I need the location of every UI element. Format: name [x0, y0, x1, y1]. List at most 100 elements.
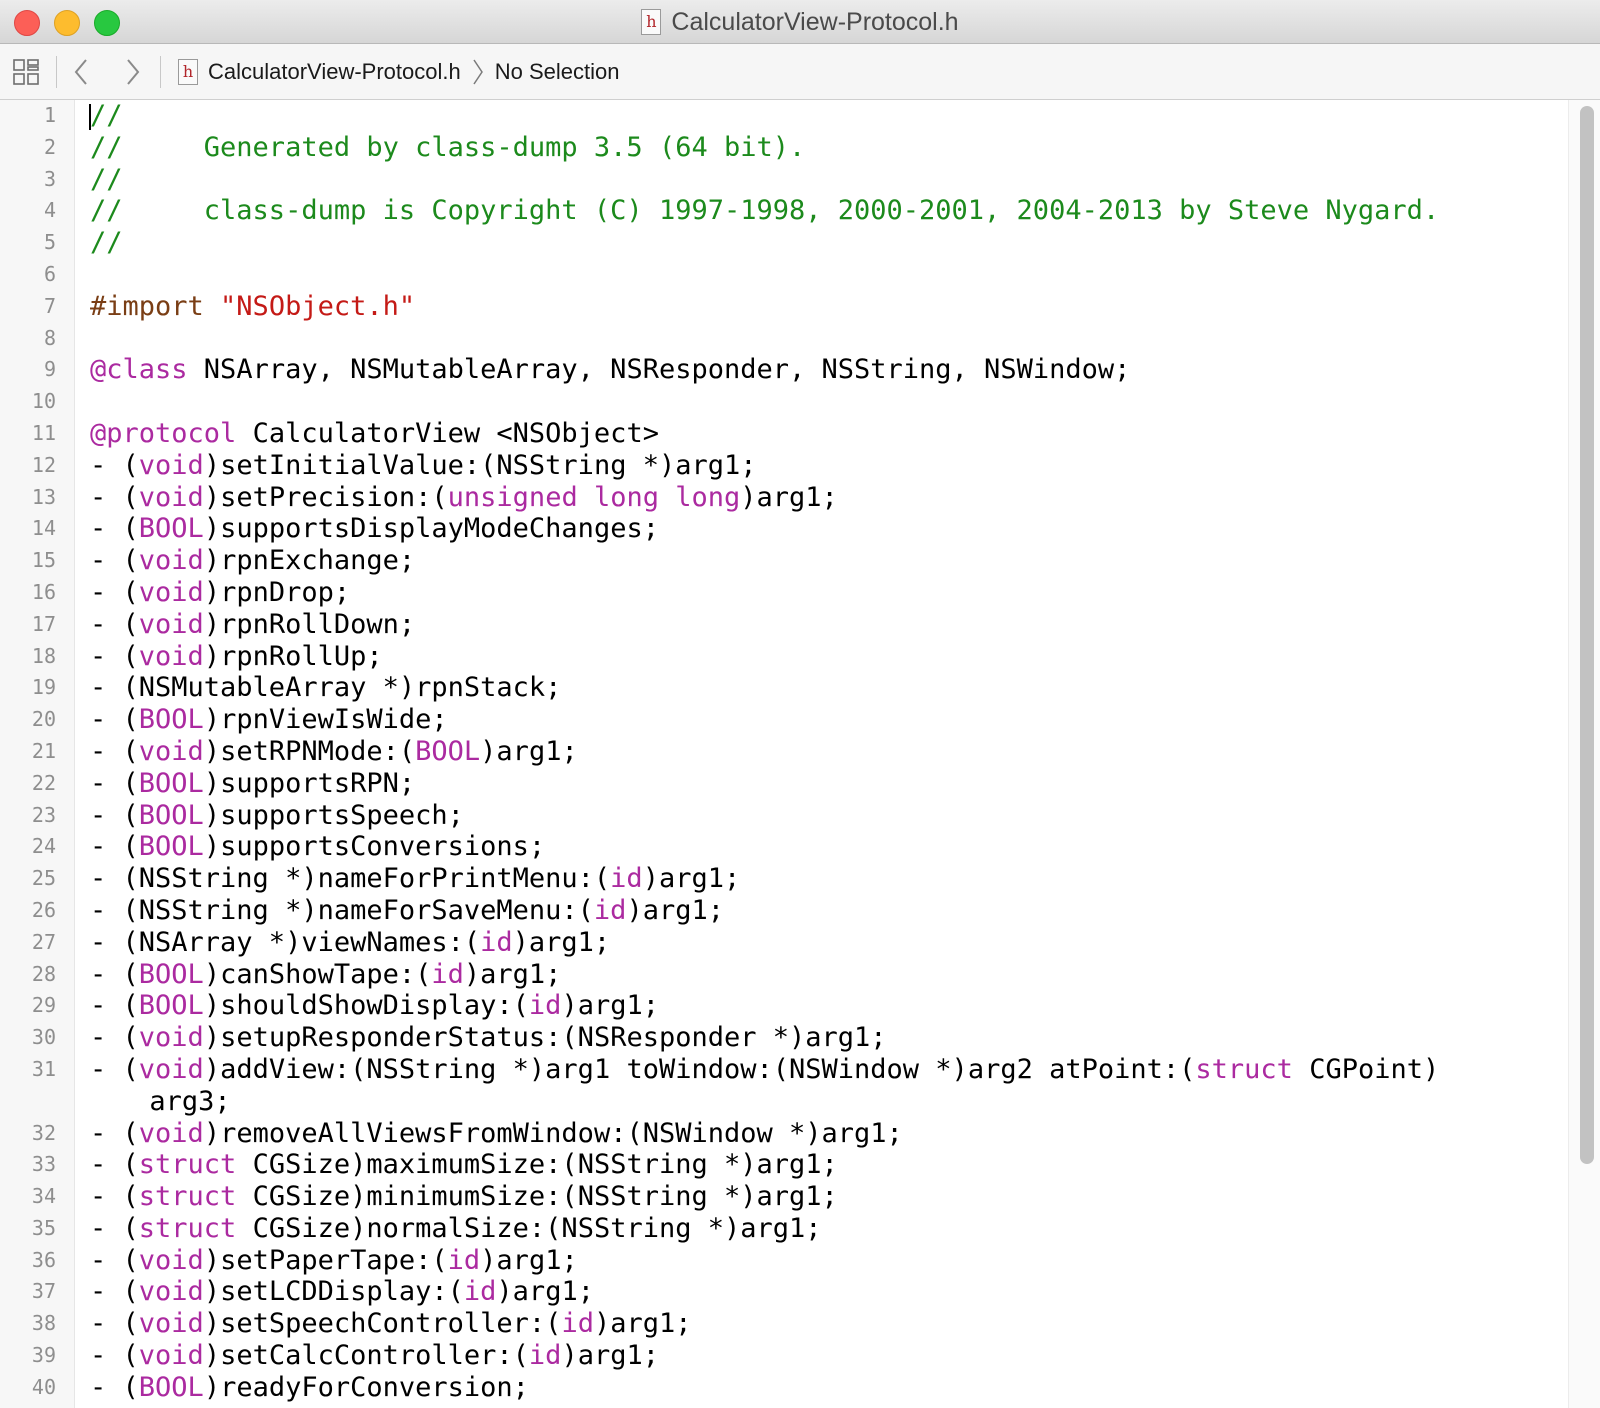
- code-text[interactable]: - (BOOL)supportsRPN;: [90, 768, 1540, 800]
- code-line[interactable]: 27 - (NSArray *)viewNames:(id)arg1;: [0, 927, 1540, 959]
- code-text[interactable]: - (void)rpnRollDown;: [90, 609, 1540, 641]
- code-text[interactable]: - (void)setPaperTape:(id)arg1;: [90, 1245, 1540, 1277]
- code-line[interactable]: 31 - (void)addView:(NSString *)arg1 toWin…: [0, 1054, 1540, 1118]
- breadcrumb-selection[interactable]: No Selection: [495, 59, 620, 85]
- code-line[interactable]: 21 - (void)setRPNMode:(BOOL)arg1;: [0, 736, 1540, 768]
- code-line[interactable]: 40 - (BOOL)readyForConversion;: [0, 1372, 1540, 1404]
- code-text[interactable]: - (void)setCalcController:(id)arg1;: [90, 1340, 1540, 1372]
- code-text[interactable]: - (void)rpnRollUp;: [90, 641, 1540, 673]
- code-line[interactable]: 17 - (void)rpnRollDown;: [0, 609, 1540, 641]
- code-line[interactable]: 13 - (void)setPrecision:(unsigned long lo…: [0, 482, 1540, 514]
- code-line[interactable]: 10: [0, 386, 1540, 418]
- code-token: )setPrecision:(: [203, 481, 448, 513]
- code-text[interactable]: - (void)rpnExchange;: [90, 545, 1540, 577]
- code-line[interactable]: 30 - (void)setupResponderStatus:(NSRespon…: [0, 1022, 1540, 1054]
- code-line[interactable]: 33 - (struct CGSize)maximumSize:(NSString…: [0, 1149, 1540, 1181]
- code-text[interactable]: //: [90, 227, 1540, 259]
- code-text[interactable]: - (BOOL)supportsDisplayModeChanges;: [90, 513, 1540, 545]
- code-line[interactable]: 12 - (void)setInitialValue:(NSString *)ar…: [0, 450, 1540, 482]
- back-button[interactable]: [66, 54, 96, 90]
- code-line[interactable]: 32 - (void)removeAllViewsFromWindow:(NSWi…: [0, 1118, 1540, 1150]
- code-line[interactable]: 4 // class-dump is Copyright (C) 1997-199…: [0, 195, 1540, 227]
- code-text[interactable]: - (void)setLCDDisplay:(id)arg1;: [90, 1276, 1540, 1308]
- code-line[interactable]: 14 - (BOOL)supportsDisplayModeChanges;: [0, 513, 1540, 545]
- code-line[interactable]: 1 //: [0, 100, 1540, 132]
- code-line[interactable]: 34 - (struct CGSize)minimumSize:(NSString…: [0, 1181, 1540, 1213]
- code-line[interactable]: 15 - (void)rpnExchange;: [0, 545, 1540, 577]
- title-bar[interactable]: h CalculatorView-Protocol.h: [0, 0, 1600, 44]
- code-text[interactable]: //: [90, 164, 1540, 196]
- code-line[interactable]: 22 - (BOOL)supportsRPN;: [0, 768, 1540, 800]
- code-line[interactable]: 20 - (BOOL)rpnViewIsWide;: [0, 704, 1540, 736]
- code-text[interactable]: //: [90, 100, 1540, 132]
- zoom-window-button[interactable]: [94, 10, 120, 36]
- code-line[interactable]: 5 //: [0, 227, 1540, 259]
- code-text[interactable]: - (void)setInitialValue:(NSString *)arg1…: [90, 450, 1540, 482]
- code-line[interactable]: 6: [0, 259, 1540, 291]
- source-editor[interactable]: 1 // 2 // Generated by class-dump 3.5 (64 b…: [0, 100, 1600, 1408]
- code-line[interactable]: 37 - (void)setLCDDisplay:(id)arg1;: [0, 1276, 1540, 1308]
- code-text[interactable]: - (struct CGSize)minimumSize:(NSString *…: [90, 1181, 1540, 1213]
- code-text[interactable]: #import "NSObject.h": [90, 291, 1540, 323]
- code-text[interactable]: - (NSString *)nameForSaveMenu:(id)arg1;: [90, 895, 1540, 927]
- code-line[interactable]: 2 // Generated by class-dump 3.5 (64 bit)…: [0, 132, 1540, 164]
- code-line[interactable]: 26 - (NSString *)nameForSaveMenu:(id)arg1…: [0, 895, 1540, 927]
- code-line[interactable]: 24 - (BOOL)supportsConversions;: [0, 831, 1540, 863]
- code-text[interactable]: - (void)setRPNMode:(BOOL)arg1;: [90, 736, 1540, 768]
- line-number: 5: [43, 230, 56, 255]
- code-area[interactable]: 1 // 2 // Generated by class-dump 3.5 (64 b…: [0, 100, 1540, 1408]
- breadcrumb-file[interactable]: CalculatorView-Protocol.h: [208, 59, 461, 85]
- code-line[interactable]: 11 @protocol CalculatorView <NSObject>: [0, 418, 1540, 450]
- code-text[interactable]: - (BOOL)supportsConversions;: [90, 831, 1540, 863]
- code-line[interactable]: 39 - (void)setCalcController:(id)arg1;: [0, 1340, 1540, 1372]
- code-line[interactable]: 9 @class NSArray, NSMutableArray, NSRespo…: [0, 354, 1540, 386]
- code-text[interactable]: - (BOOL)canShowTape:(id)arg1;: [90, 959, 1540, 991]
- vertical-scrollbar-thumb[interactable]: [1580, 106, 1594, 1164]
- code-text[interactable]: - (struct CGSize)normalSize:(NSString *)…: [90, 1213, 1540, 1245]
- code-line[interactable]: 18 - (void)rpnRollUp;: [0, 641, 1540, 673]
- line-number: 34: [31, 1184, 56, 1209]
- code-line[interactable]: 16 - (void)rpnDrop;: [0, 577, 1540, 609]
- close-window-button[interactable]: [14, 10, 40, 36]
- code-text[interactable]: - (BOOL)readyForConversion;: [90, 1372, 1540, 1404]
- line-number: 26: [31, 897, 56, 922]
- code-text[interactable]: // Generated by class-dump 3.5 (64 bit).: [90, 132, 1540, 164]
- minimize-window-button[interactable]: [54, 10, 80, 36]
- related-items-grid-icon[interactable]: [12, 58, 40, 86]
- code-text[interactable]: - (void)setSpeechController:(id)arg1;: [90, 1308, 1540, 1340]
- code-text[interactable]: - (NSMutableArray *)rpnStack;: [90, 672, 1540, 704]
- code-token: BOOL: [415, 735, 481, 767]
- code-text[interactable]: - (void)rpnDrop;: [90, 577, 1540, 609]
- code-line[interactable]: 8: [0, 323, 1540, 355]
- code-token: )rpnRollDown;: [203, 608, 416, 640]
- code-line[interactable]: 25 - (NSString *)nameForPrintMenu:(id)arg…: [0, 863, 1540, 895]
- code-text[interactable]: @class NSArray, NSMutableArray, NSRespon…: [90, 354, 1540, 386]
- code-text[interactable]: @protocol CalculatorView <NSObject>: [90, 418, 1540, 450]
- code-text[interactable]: - (BOOL)shouldShowDisplay:(id)arg1;: [90, 990, 1540, 1022]
- code-line[interactable]: 35 - (struct CGSize)normalSize:(NSString …: [0, 1213, 1540, 1245]
- code-text[interactable]: - (struct CGSize)maximumSize:(NSString *…: [90, 1149, 1540, 1181]
- code-token: )arg1;: [463, 958, 562, 990]
- code-text[interactable]: - (NSArray *)viewNames:(id)arg1;: [90, 927, 1540, 959]
- code-text[interactable]: // class-dump is Copyright (C) 1997-1998…: [90, 195, 1540, 227]
- code-line[interactable]: 19 - (NSMutableArray *)rpnStack;: [0, 672, 1540, 704]
- code-text[interactable]: - (void)addView:(NSString *)arg1 toWindo…: [90, 1054, 1540, 1118]
- code-line[interactable]: 29 - (BOOL)shouldShowDisplay:(id)arg1;: [0, 990, 1540, 1022]
- forward-button[interactable]: [118, 54, 148, 90]
- code-token: void: [138, 1308, 204, 1340]
- code-line[interactable]: 7 #import "NSObject.h": [0, 291, 1540, 323]
- code-text[interactable]: - (void)setupResponderStatus:(NSResponde…: [90, 1022, 1540, 1054]
- code-line[interactable]: 3 //: [0, 164, 1540, 196]
- line-number: 1: [43, 103, 56, 127]
- code-text[interactable]: - (void)removeAllViewsFromWindow:(NSWind…: [90, 1118, 1540, 1150]
- code-token: )rpnDrop;: [203, 576, 351, 608]
- code-line[interactable]: 38 - (void)setSpeechController:(id)arg1;: [0, 1308, 1540, 1340]
- code-line[interactable]: 23 - (BOOL)supportsSpeech;: [0, 800, 1540, 832]
- code-text[interactable]: - (BOOL)rpnViewIsWide;: [90, 704, 1540, 736]
- code-token: )arg1;: [561, 1340, 659, 1372]
- code-text[interactable]: - (void)setPrecision:(unsigned long long…: [90, 482, 1540, 514]
- code-line[interactable]: 28 - (BOOL)canShowTape:(id)arg1;: [0, 959, 1540, 991]
- code-text[interactable]: - (BOOL)supportsSpeech;: [90, 800, 1540, 832]
- code-line[interactable]: 36 - (void)setPaperTape:(id)arg1;: [0, 1245, 1540, 1277]
- code-text[interactable]: - (NSString *)nameForPrintMenu:(id)arg1;: [90, 863, 1540, 895]
